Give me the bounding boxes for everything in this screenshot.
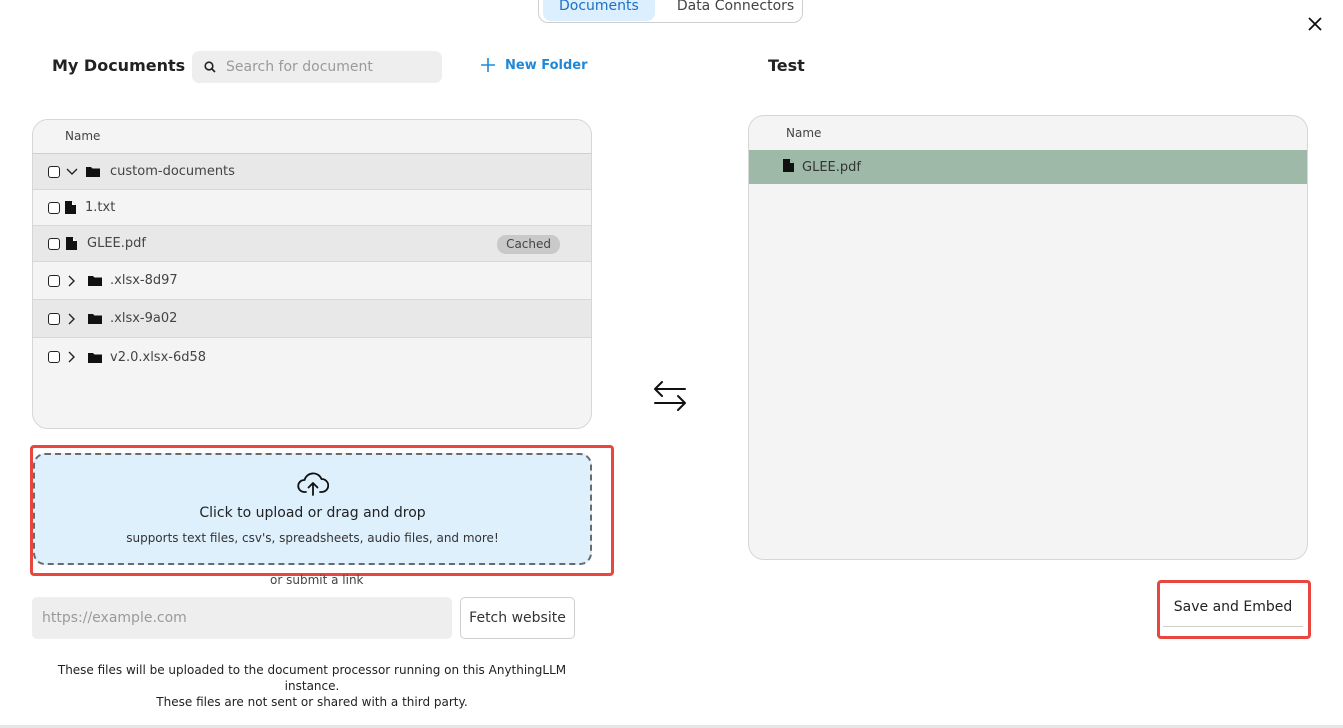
save-and-embed-button[interactable]: Save and Embed (1163, 587, 1303, 627)
tab-documents[interactable]: Documents (543, 0, 655, 21)
swap-arrows-icon[interactable] (652, 378, 688, 418)
my-documents-table: Name custom-documents 1.txt GLEE.pdf Cac… (32, 119, 592, 429)
table-header-name: Name (786, 126, 822, 140)
row-checkbox[interactable] (48, 165, 60, 178)
row-name: GLEE.pdf (87, 236, 146, 251)
chevron-right-icon[interactable] (64, 275, 80, 287)
table-row[interactable]: GLEE.pdf (749, 150, 1307, 184)
folder-icon (88, 313, 102, 324)
file-icon (783, 158, 794, 176)
table-row[interactable]: custom-documents (33, 154, 591, 190)
row-name: 1.txt (85, 200, 116, 215)
folder-icon (88, 352, 102, 363)
row-name: GLEE.pdf (802, 159, 861, 175)
workspace-documents-table: Name GLEE.pdf (748, 115, 1308, 560)
table-row[interactable]: .xlsx-9a02 (33, 300, 591, 338)
chevron-right-icon[interactable] (64, 351, 80, 363)
disclaimer-line-2: These files are not sent or shared with … (156, 695, 468, 709)
cloud-upload-icon (296, 472, 329, 496)
row-checkbox[interactable] (48, 312, 60, 325)
row-checkbox[interactable] (48, 201, 60, 214)
or-submit-link-text: or submit a link (270, 573, 364, 587)
chevron-down-icon[interactable] (64, 168, 80, 176)
disclaimer-line-1: These files will be uploaded to the docu… (57, 663, 567, 693)
table-row[interactable]: .xlsx-8d97 (33, 262, 591, 300)
table-header-name: Name (33, 120, 591, 154)
search-input[interactable] (226, 59, 426, 75)
table-row[interactable]: v2.0.xlsx-6d58 (33, 338, 591, 376)
table-row[interactable]: 1.txt (33, 190, 591, 226)
upload-title: Click to upload or drag and drop (199, 505, 426, 521)
new-folder-label: New Folder (505, 57, 588, 73)
row-name: custom-documents (110, 164, 235, 179)
top-tab-bar: Documents Data Connectors (538, 0, 803, 23)
upload-subtitle: supports text files, csv's, spreadsheets… (126, 531, 499, 545)
chevron-right-icon[interactable] (64, 313, 80, 325)
workspace-title: Test (768, 56, 805, 75)
row-checkbox[interactable] (48, 237, 60, 250)
tab-data-connectors[interactable]: Data Connectors (661, 0, 810, 21)
url-input[interactable] (32, 597, 452, 639)
disclaimer: These files will be uploaded to the docu… (32, 662, 592, 710)
fetch-website-button[interactable]: Fetch website (460, 597, 575, 639)
row-name: .xlsx-8d97 (110, 273, 178, 288)
table-row[interactable]: GLEE.pdf Cached (33, 226, 591, 262)
row-checkbox[interactable] (48, 274, 60, 287)
close-button[interactable] (1303, 12, 1327, 36)
search-box (192, 51, 442, 83)
row-checkbox[interactable] (48, 351, 60, 363)
cached-badge: Cached (497, 235, 560, 254)
folder-icon (86, 166, 100, 177)
row-name: v2.0.xlsx-6d58 (110, 349, 207, 365)
file-icon (65, 201, 76, 214)
new-folder-button[interactable]: New Folder (480, 57, 588, 73)
file-icon (66, 237, 77, 250)
plus-icon (481, 58, 495, 72)
row-name: .xlsx-9a02 (110, 311, 178, 326)
folder-icon (88, 275, 102, 286)
close-icon (1308, 17, 1322, 31)
upload-dropzone[interactable]: Click to upload or drag and drop support… (33, 453, 592, 565)
my-documents-title: My Documents (52, 56, 186, 75)
search-icon (204, 61, 216, 73)
